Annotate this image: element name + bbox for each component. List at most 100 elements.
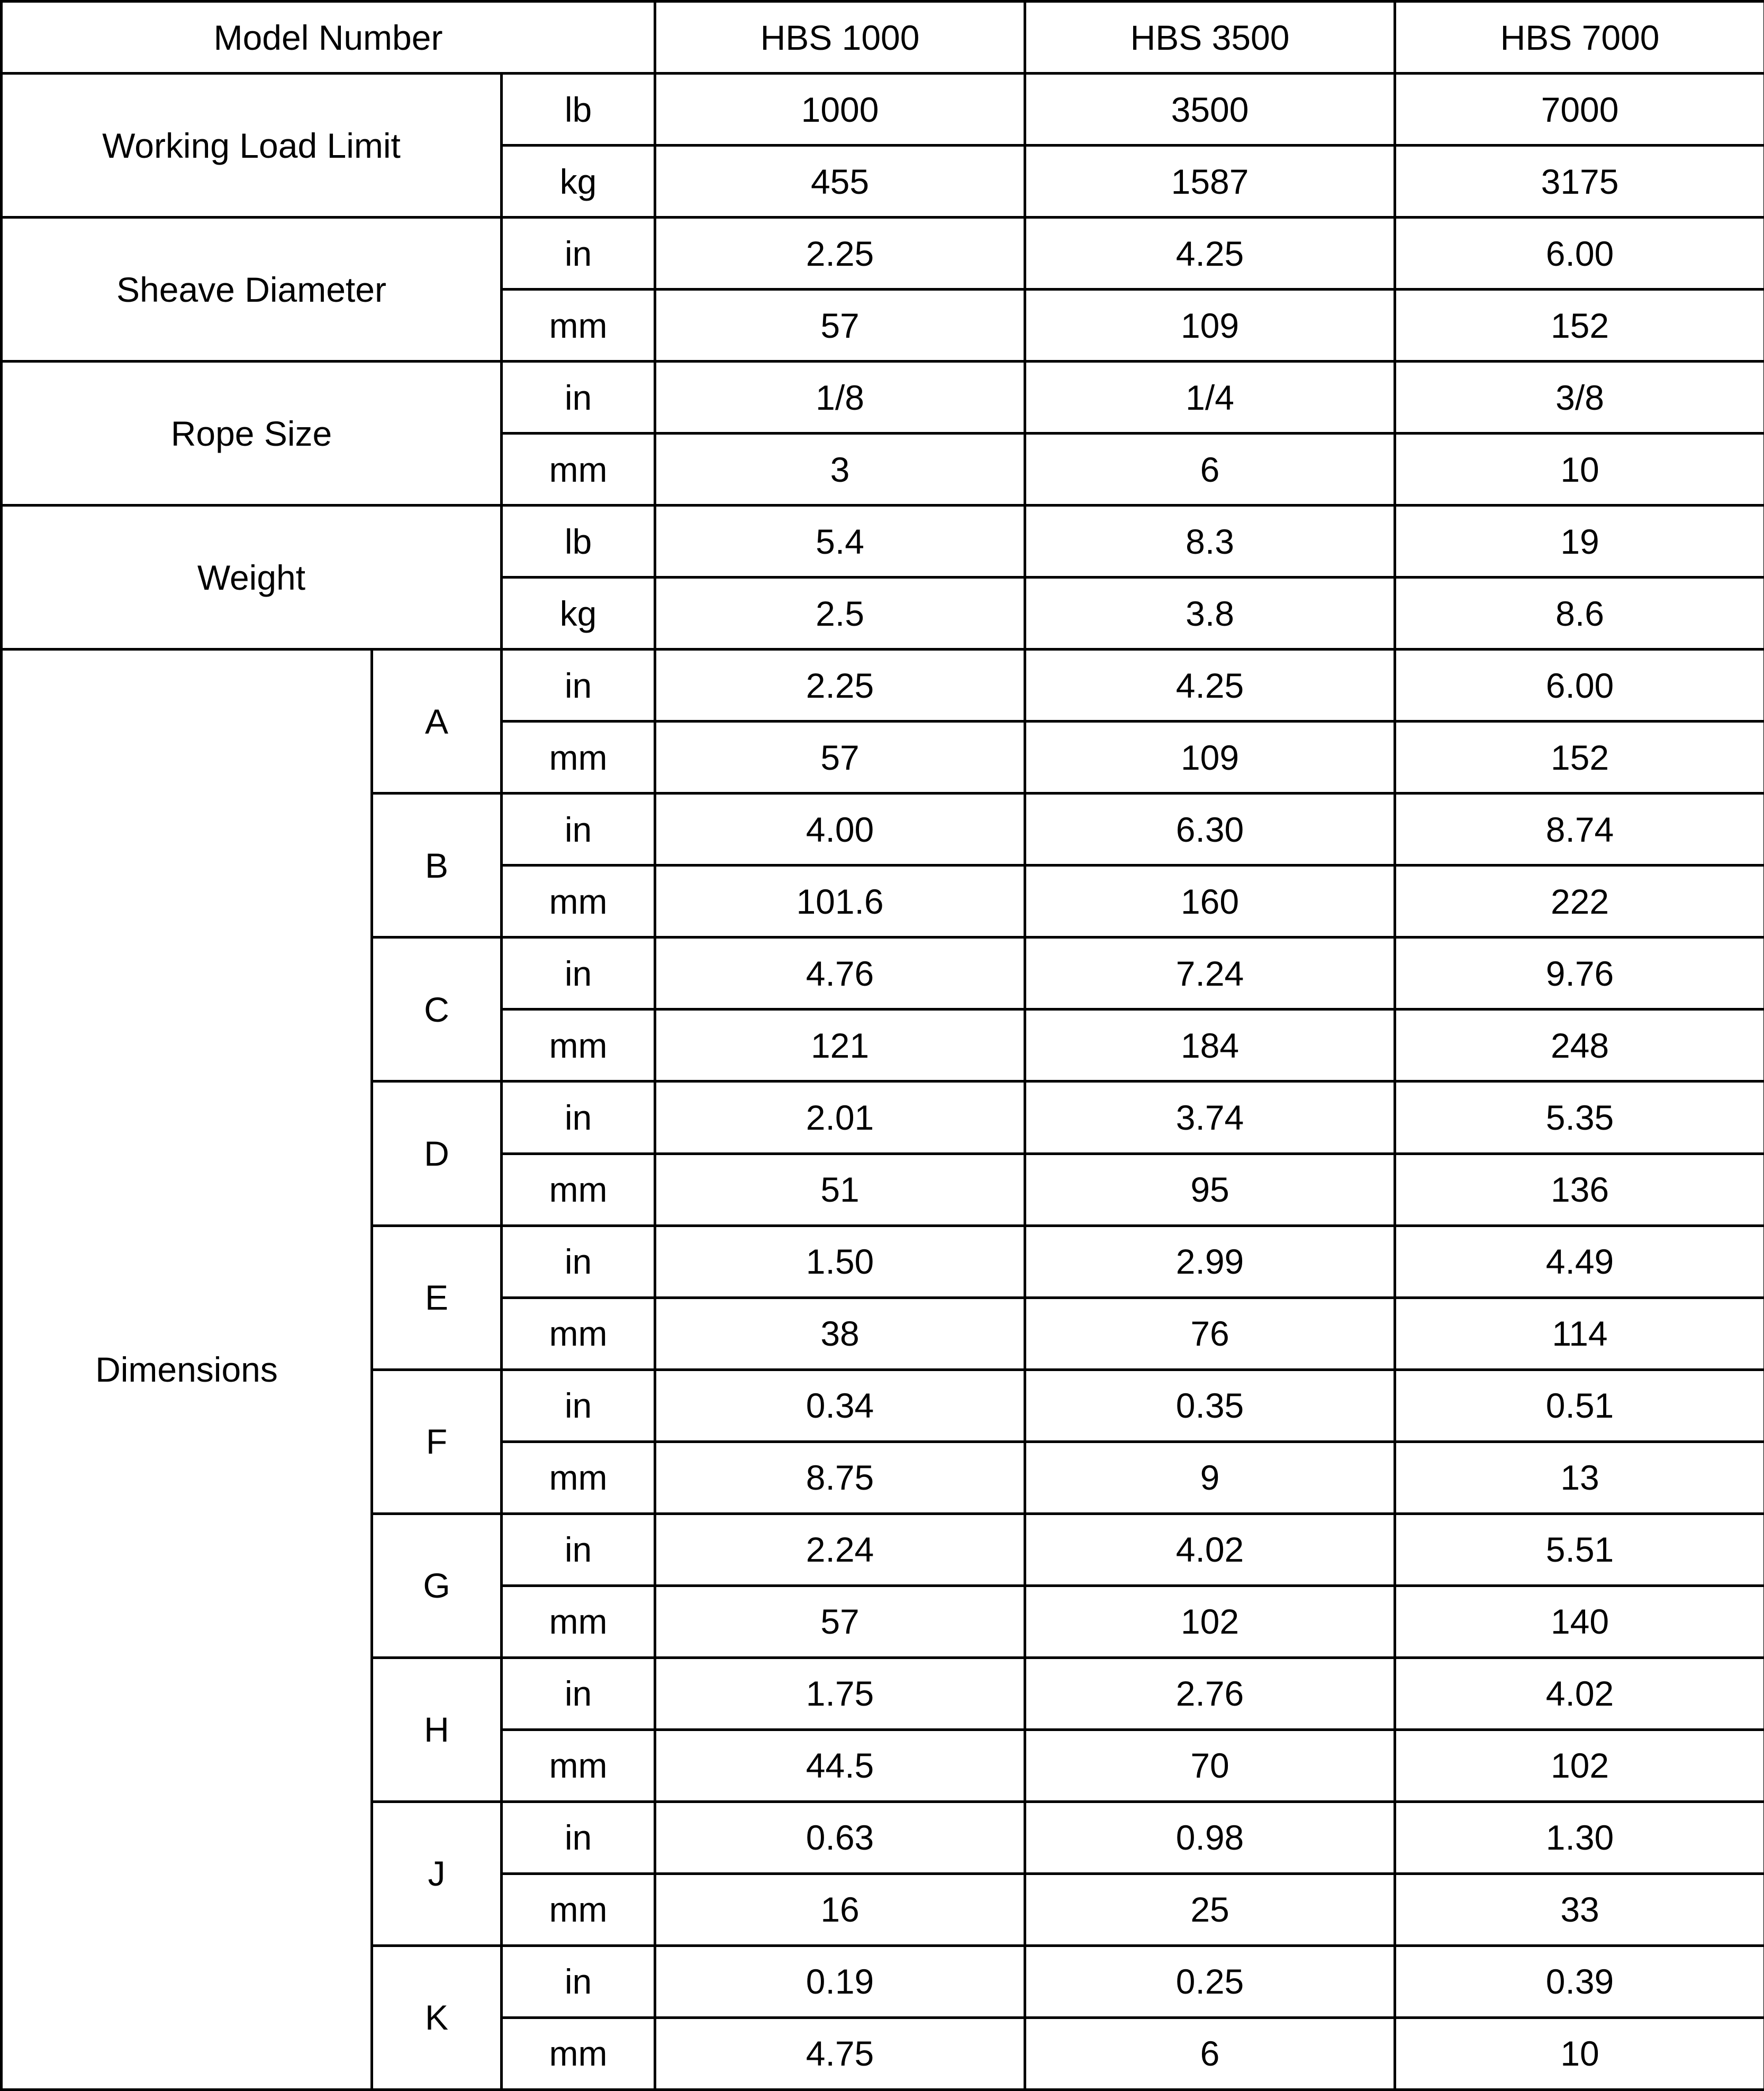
unit-label: mm [500, 1440, 657, 1515]
value-cell: 70 [1024, 1728, 1397, 1803]
dimension-letter-k: K [370, 1944, 503, 2091]
value-cell: 3.74 [1024, 1080, 1397, 1155]
group-label-sheave-diameter: Sheave Diameter [0, 216, 503, 363]
unit-label: in [500, 792, 657, 867]
value-cell: 33 [1394, 1872, 1764, 1947]
value-cell: 6.00 [1394, 648, 1764, 723]
unit-label: in [500, 936, 657, 1011]
value-cell: 3/8 [1394, 360, 1764, 435]
unit-label: mm [500, 1728, 657, 1803]
value-cell: 3500 [1024, 72, 1397, 147]
value-cell: 4.76 [654, 936, 1027, 1011]
value-cell: 1000 [654, 72, 1027, 147]
value-cell: 1587 [1024, 144, 1397, 219]
value-cell: 2.24 [654, 1512, 1027, 1587]
unit-label: mm [500, 432, 657, 507]
unit-label: lb [500, 504, 657, 579]
value-cell: 455 [654, 144, 1027, 219]
value-cell: 57 [654, 720, 1027, 795]
value-cell: 38 [654, 1296, 1027, 1371]
value-cell: 1/8 [654, 360, 1027, 435]
value-cell: 152 [1394, 288, 1764, 363]
table-row: Rope Size in 1/8 1/4 3/8 [0, 360, 1764, 507]
value-cell: 4.02 [1394, 1656, 1764, 1731]
value-cell: 3 [654, 432, 1027, 507]
dimension-letter-c: C [370, 936, 503, 1083]
value-cell: 9 [1024, 1440, 1397, 1515]
value-cell: 10 [1394, 432, 1764, 507]
unit-label: kg [500, 576, 657, 651]
table-row: Sheave Diameter in 2.25 4.25 6.00 [0, 216, 1764, 363]
value-cell: 76 [1024, 1296, 1397, 1371]
value-cell: 4.25 [1024, 216, 1397, 291]
unit-label: in [500, 1656, 657, 1731]
value-cell: 2.5 [654, 576, 1027, 651]
unit-label: in [500, 1368, 657, 1443]
value-cell: 222 [1394, 864, 1764, 939]
value-cell: 3.8 [1024, 576, 1397, 651]
unit-label: lb [500, 72, 657, 147]
value-cell: 0.34 [654, 1368, 1027, 1443]
unit-label: mm [500, 1296, 657, 1371]
value-cell: 136 [1394, 1152, 1764, 1227]
value-cell: 6.00 [1394, 216, 1764, 291]
value-cell: 2.25 [654, 648, 1027, 723]
value-cell: 1/4 [1024, 360, 1397, 435]
header-model-number-label: Model Number [0, 0, 657, 75]
value-cell: 44.5 [654, 1728, 1027, 1803]
table-row: Dimensions Ain 2.25 4.25 6.00 [0, 648, 1764, 2091]
value-cell: 121 [654, 1008, 1027, 1083]
value-cell: 0.39 [1394, 1944, 1764, 2019]
value-cell: 9.76 [1394, 936, 1764, 1011]
value-cell: 8.6 [1394, 576, 1764, 651]
dimension-letter-h: H [370, 1656, 503, 1803]
table-row: Working Load Limit lb 1000 3500 7000 [0, 72, 1764, 219]
dimension-letter-a: A [370, 648, 503, 795]
value-cell: 8.74 [1394, 792, 1764, 867]
value-cell: 25 [1024, 1872, 1397, 1947]
unit-label: mm [500, 2016, 657, 2091]
value-cell: 16 [654, 1872, 1027, 1947]
value-cell: 7000 [1394, 72, 1764, 147]
group-label-weight: Weight [0, 504, 503, 651]
value-cell: 140 [1394, 1584, 1764, 1659]
value-cell: 13 [1394, 1440, 1764, 1515]
unit-label: in [500, 1224, 657, 1299]
value-cell: 5.4 [654, 504, 1027, 579]
value-cell: 4.02 [1024, 1512, 1397, 1587]
dimension-letter-b: B [370, 792, 503, 939]
group-label-rope-size: Rope Size [0, 360, 503, 507]
value-cell: 114 [1394, 1296, 1764, 1371]
unit-label: mm [500, 864, 657, 939]
value-cell: 57 [654, 288, 1027, 363]
value-cell: 102 [1394, 1728, 1764, 1803]
unit-label: mm [500, 1152, 657, 1227]
value-cell: 57 [654, 1584, 1027, 1659]
value-cell: 248 [1394, 1008, 1764, 1083]
unit-label: in [500, 1944, 657, 2019]
value-cell: 0.25 [1024, 1944, 1397, 2019]
unit-label: mm [500, 1872, 657, 1947]
unit-label: mm [500, 1584, 657, 1659]
dimension-letter-g: G [370, 1512, 503, 1659]
value-cell: 184 [1024, 1008, 1397, 1083]
unit-label: in [500, 1800, 657, 1875]
value-cell: 4.00 [654, 792, 1027, 867]
value-cell: 0.63 [654, 1800, 1027, 1875]
value-cell: 1.30 [1394, 1800, 1764, 1875]
value-cell: 6 [1024, 432, 1397, 507]
value-cell: 102 [1024, 1584, 1397, 1659]
value-cell: 2.01 [654, 1080, 1027, 1155]
value-cell: 5.51 [1394, 1512, 1764, 1587]
value-cell: 0.19 [654, 1944, 1027, 2019]
value-cell: 101.6 [654, 864, 1027, 939]
value-cell: 4.75 [654, 2016, 1027, 2091]
value-cell: 152 [1394, 720, 1764, 795]
value-cell: 4.25 [1024, 648, 1397, 723]
unit-label: kg [500, 144, 657, 219]
value-cell: 160 [1024, 864, 1397, 939]
value-cell: 95 [1024, 1152, 1397, 1227]
dimension-letter-f: F [370, 1368, 503, 1515]
value-cell: 6 [1024, 2016, 1397, 2091]
unit-label: mm [500, 720, 657, 795]
